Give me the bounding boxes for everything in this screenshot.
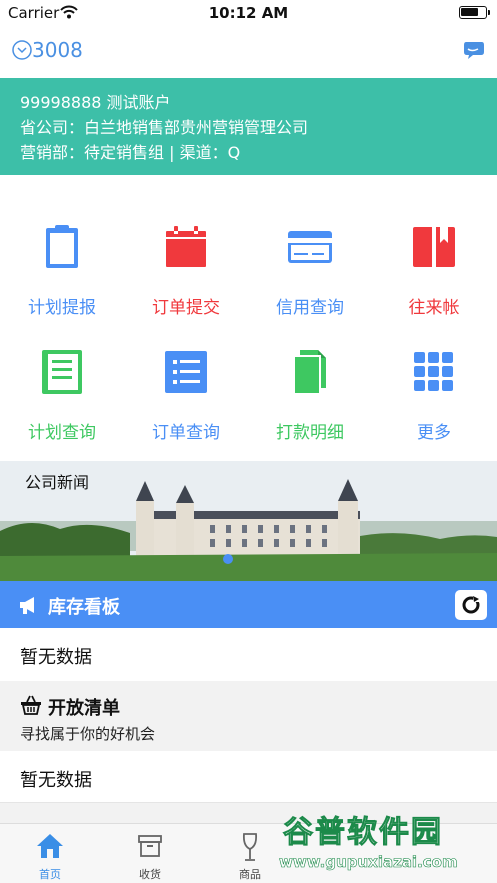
megaphone-icon (18, 595, 40, 619)
grid-item-label: 订单查询 (152, 423, 220, 443)
grid-item-credit-query[interactable]: 信用查询 (248, 175, 372, 318)
grid-item-label: 打款明细 (276, 423, 344, 443)
calendar-icon (166, 226, 206, 267)
nav-bar: 3008 (0, 26, 497, 78)
grid-item-more[interactable]: 更多 (372, 300, 496, 443)
grid-item-order-query[interactable]: 订单查询 (124, 300, 248, 443)
status-bar: Carrier 10:12 AM (0, 0, 497, 26)
account-name: 99998888 测试账户 (20, 93, 171, 112)
watermark-url: www.gupuxiazai.com (279, 853, 458, 872)
province-company: 省公司：白兰地销售部贵州营销管理公司 (20, 118, 309, 137)
grid-item-plan-submit[interactable]: 计划提报 (0, 175, 124, 318)
tab-label: 首页 (39, 868, 61, 881)
open-list-empty: 暂无数据 (0, 751, 497, 803)
function-grid: 计划提报 订单提交 信用查询 往来帐 计划查询 订单查询 打款明细 更多 (0, 175, 497, 461)
marketing-department: 营销部：待定销售组 | 渠道：Q (20, 143, 241, 162)
grid-item-payment-detail[interactable]: 打款明细 (248, 300, 372, 443)
grid-item-label: 更多 (417, 423, 451, 443)
clock: 10:12 AM (208, 4, 289, 22)
chat-bubble-icon[interactable] (463, 40, 485, 64)
grid-item-accounts[interactable]: 往来帐 (372, 175, 496, 318)
home-icon (37, 834, 63, 858)
list-icon (165, 351, 207, 393)
watermark-title: 谷普软件园 (283, 815, 443, 851)
wine-glass-icon (242, 833, 258, 861)
tab-home[interactable]: 首页 (0, 824, 100, 883)
tab-label: 收货 (139, 868, 161, 881)
clipboard-icon (46, 225, 78, 268)
refresh-icon (462, 596, 480, 614)
documents-icon (293, 350, 326, 395)
box-icon (138, 835, 162, 857)
open-list-title: 开放清单 (48, 698, 120, 719)
open-list-subtitle: 寻找属于你的好机会 (20, 725, 156, 743)
open-list-header: 开放清单 寻找属于你的好机会 (0, 681, 497, 751)
basket-icon (20, 695, 42, 719)
inventory-header: 库存看板 (0, 581, 497, 628)
grid-item-plan-query[interactable]: 计划查询 (0, 300, 124, 443)
credit-card-icon (288, 231, 332, 263)
grid-dots-icon (414, 352, 453, 391)
grid-item-order-submit[interactable]: 订单提交 (124, 175, 248, 318)
news-title: 公司新闻 (25, 473, 90, 492)
account-code[interactable]: 3008 (32, 38, 83, 62)
inventory-empty: 暂无数据 (0, 628, 497, 681)
watermark-logo: 谷普软件园 www.gupuxiazai.com (265, 801, 497, 883)
chevron-down-circle-icon[interactable] (12, 40, 32, 60)
inventory-title: 库存看板 (48, 597, 120, 618)
refresh-button[interactable] (455, 590, 487, 620)
notebook-icon (42, 350, 82, 394)
tab-receive[interactable]: 收货 (100, 824, 200, 883)
company-news-banner[interactable]: 公司新闻 (0, 461, 497, 581)
battery-icon (459, 6, 490, 19)
bookmark-book-icon (413, 227, 455, 267)
grid-item-label: 计划查询 (28, 423, 96, 443)
account-panel: 99998888 测试账户 省公司：白兰地销售部贵州营销管理公司 营销部：待定销… (0, 78, 497, 175)
